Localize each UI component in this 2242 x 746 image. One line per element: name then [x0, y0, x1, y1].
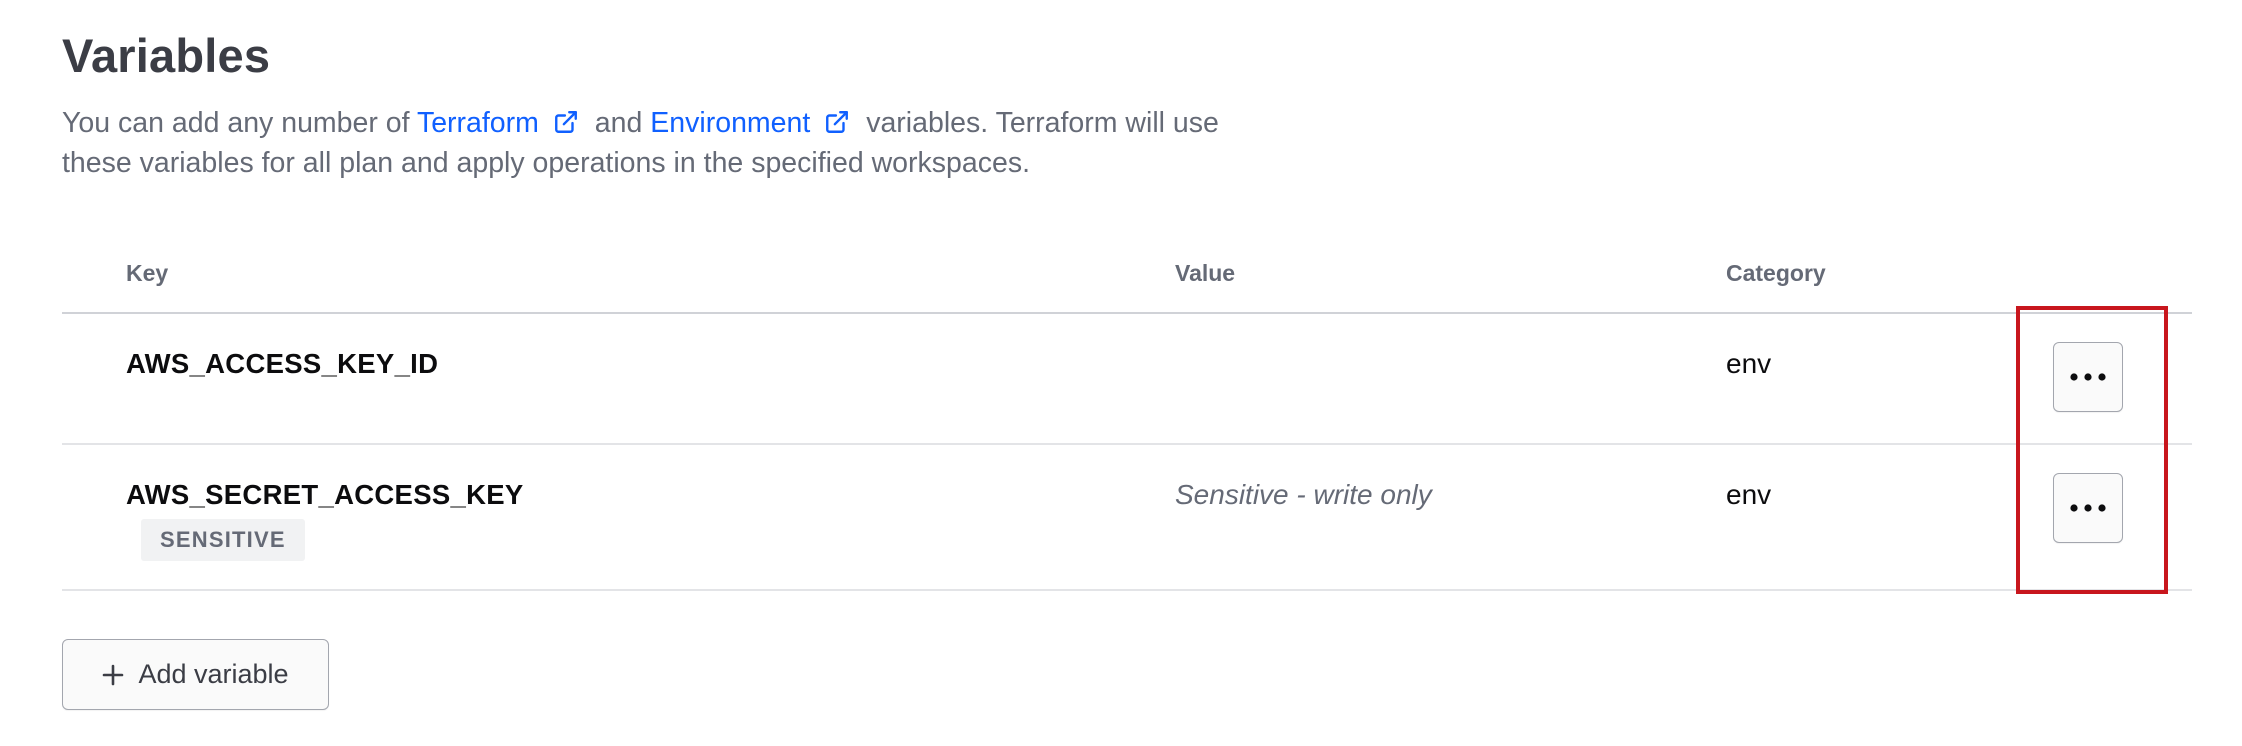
- row-actions-button[interactable]: [2053, 342, 2123, 412]
- variables-page: Variables You can add any number of Terr…: [62, 0, 2192, 746]
- description-middle: and: [586, 107, 651, 139]
- variable-category: env: [1726, 348, 1772, 379]
- environment-link-label: Environment: [650, 107, 811, 139]
- variable-key: AWS_SECRET_ACCESS_KEY: [126, 479, 524, 510]
- variable-value: Sensitive - write only: [1175, 479, 1432, 510]
- variable-key: AWS_ACCESS_KEY_ID: [126, 348, 439, 379]
- table-header: Key Value Category: [62, 240, 2192, 314]
- description-intro: You can add any number of: [62, 107, 417, 139]
- column-header-value: Value: [1175, 260, 1236, 286]
- environment-docs-link[interactable]: Environment: [650, 107, 858, 139]
- variables-table: Key Value Category AWS_ACCESS_KEY_ID env…: [62, 240, 2192, 591]
- table-row: AWS_SECRET_ACCESS_KEY SENSITIVE Sensitiv…: [62, 445, 2192, 591]
- terraform-docs-link[interactable]: Terraform: [417, 107, 587, 139]
- variable-category: env: [1726, 479, 1772, 510]
- add-variable-button[interactable]: Add variable: [62, 639, 329, 710]
- page-title: Variables: [62, 29, 271, 82]
- page-description: You can add any number of Terraform and …: [62, 103, 1272, 183]
- more-horizontal-icon: [2070, 373, 2106, 381]
- row-actions-button[interactable]: [2053, 473, 2123, 543]
- add-variable-label: Add variable: [138, 659, 289, 689]
- external-link-icon: [554, 111, 577, 133]
- sensitive-badge: SENSITIVE: [141, 519, 305, 561]
- column-header-key: Key: [126, 260, 169, 286]
- plus-icon: [103, 664, 124, 685]
- terraform-link-label: Terraform: [416, 107, 539, 139]
- table-row: AWS_ACCESS_KEY_ID env: [62, 314, 2192, 445]
- column-header-category: Category: [1726, 260, 1826, 286]
- more-horizontal-icon: [2070, 504, 2106, 512]
- external-link-icon: [826, 111, 849, 133]
